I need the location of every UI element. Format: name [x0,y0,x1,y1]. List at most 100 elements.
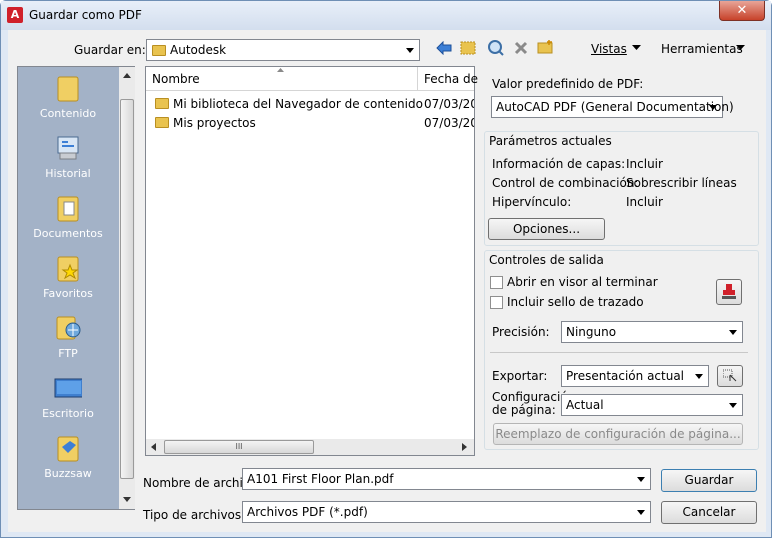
chevron-down-icon [729,403,737,408]
open-viewer-checkbox[interactable] [490,276,503,289]
stamp-icon [722,284,736,299]
scroll-left-icon[interactable] [151,443,156,451]
sort-ascending-icon [277,68,284,72]
sidebar-item-label: Escritorio [42,407,94,420]
precision-label: Precisión: [492,325,550,339]
pdf-preset-value: AutoCAD PDF (General Documentation) [496,100,734,114]
up-folder-icon[interactable] [460,39,478,57]
history-icon [57,136,79,160]
back-arrow-icon[interactable] [436,41,452,55]
list-item[interactable]: Mi biblioteca del Navegador de contenido… [146,95,474,114]
filename-input[interactable]: A101 First Floor Plan.pdf [242,468,651,490]
page-setup-value: Actual [566,398,604,412]
list-item-name: Mi biblioteca del Navegador de contenido [173,97,423,111]
search-web-icon[interactable] [487,39,505,57]
save-in-combo[interactable]: Autodesk [146,39,420,61]
sidebar-scroll-thumb[interactable] [120,99,134,479]
output-group-title: Controles de salida [489,253,604,267]
sidebar-item-escritorio[interactable]: Escritorio [18,371,118,429]
ftp-icon [56,316,81,340]
sidebar-item-favoritos[interactable]: Favoritos [18,251,118,309]
layout-select-icon [723,369,737,382]
chevron-down-icon [736,45,745,50]
precision-combo[interactable]: Ninguno [561,321,743,343]
save-button[interactable]: Guardar [661,469,757,492]
folder-icon [155,117,169,128]
sidebar-item-buzzsaw[interactable]: Buzzsaw [18,431,118,489]
chevron-down-icon [637,510,645,515]
favorites-icon [57,256,79,282]
buzzsaw-icon [57,436,79,462]
documents-icon [57,196,79,222]
filename-value: A101 First Floor Plan.pdf [247,472,394,486]
param-key: Información de capas: [492,157,626,171]
sidebar-item-contenido[interactable]: Contenido [18,71,118,129]
pdf-preset-label: Valor predefinido de PDF: [492,77,644,91]
column-header-date[interactable]: Fecha de [418,67,478,91]
scroll-up-icon[interactable] [123,73,131,78]
page-setup-label-line2: de página: [492,403,556,417]
output-controls-group: Controles de salida Abrir en visor al te… [484,250,759,450]
param-value: Incluir [626,157,663,171]
dialog-body: Guardar en: Autodesk Vistas Herramientas… [8,30,766,532]
save-pdf-dialog: A Guardar como PDF ✕ Guardar en: Autodes… [0,0,772,538]
chevron-down-icon [729,330,737,335]
options-button[interactable]: Opciones... [488,218,605,240]
folder-icon [155,98,169,109]
list-item[interactable]: Mis proyectos 07/03/201 [146,114,474,133]
param-key: Hipervínculo: [492,195,572,209]
divider [490,352,748,353]
file-list-hscrollbar[interactable]: III [146,439,474,455]
column-header-date-label: Fecha de [424,72,478,86]
save-in-label: Guardar en: [74,43,146,57]
list-item-name: Mis proyectos [173,116,256,130]
include-stamp-label: Incluir sello de trazado [507,295,644,309]
scroll-right-icon[interactable] [462,443,467,451]
hscroll-thumb[interactable]: III [164,440,314,454]
precision-value: Ninguno [566,325,617,339]
scroll-down-icon[interactable] [123,497,131,502]
close-button[interactable]: ✕ [719,1,765,21]
filetype-combo[interactable]: Archivos PDF (*.pdf) [242,501,651,523]
sidebar-item-label: Historial [45,167,91,180]
sidebar-item-historial[interactable]: Historial [18,131,118,189]
sidebar-item-label: FTP [58,347,78,360]
sidebar-item-label: Contenido [39,107,97,120]
sidebar-scrollbar[interactable] [119,67,135,509]
page-setup-override-button[interactable]: Reemplazo de configuración de página... [493,423,743,445]
title-bar: A Guardar como PDF ✕ [1,1,771,30]
cancel-button[interactable]: Cancelar [661,501,757,524]
column-header-name[interactable]: Nombre [146,67,418,91]
places-sidebar: Contenido Historial Documentos Favoritos… [17,66,135,510]
delete-icon[interactable] [514,41,528,55]
open-viewer-label: Abrir en visor al terminar [507,275,658,289]
tools-menu[interactable]: Herramientas [661,42,743,56]
chevron-down-icon [709,105,717,110]
param-key: Control de combinación: [492,176,639,190]
export-combo[interactable]: Presentación actual [561,365,709,387]
sidebar-item-ftp[interactable]: FTP [18,311,118,369]
list-item-date: 07/03/201 [424,97,474,111]
chevron-down-icon [632,45,641,50]
param-value: Incluir [626,195,663,209]
views-menu[interactable]: Vistas [591,42,627,56]
sidebar-item-documentos[interactable]: Documentos [18,191,118,249]
chevron-down-icon [406,48,414,53]
pdf-preset-combo[interactable]: AutoCAD PDF (General Documentation) [491,96,734,118]
sidebar-item-label: Buzzsaw [44,467,92,480]
include-stamp-checkbox[interactable] [490,296,503,309]
folder-icon [57,76,79,102]
param-value: Sobrescribir líneas [626,176,737,190]
save-in-value: Autodesk [170,43,227,57]
list-item-date: 07/03/201 [424,116,474,130]
filetype-label: Tipo de archivos: [143,508,246,522]
window-title: Guardar como PDF [29,8,142,22]
page-setup-combo[interactable]: Actual [561,394,743,416]
sidebar-item-label: Favoritos [43,287,93,300]
folder-icon [152,45,166,56]
new-folder-icon[interactable] [537,39,555,55]
sidebar-item-label: Documentos [33,227,103,240]
plot-stamp-settings-button[interactable] [716,279,742,305]
export-value: Presentación actual [566,369,685,383]
export-options-button[interactable] [717,365,743,387]
